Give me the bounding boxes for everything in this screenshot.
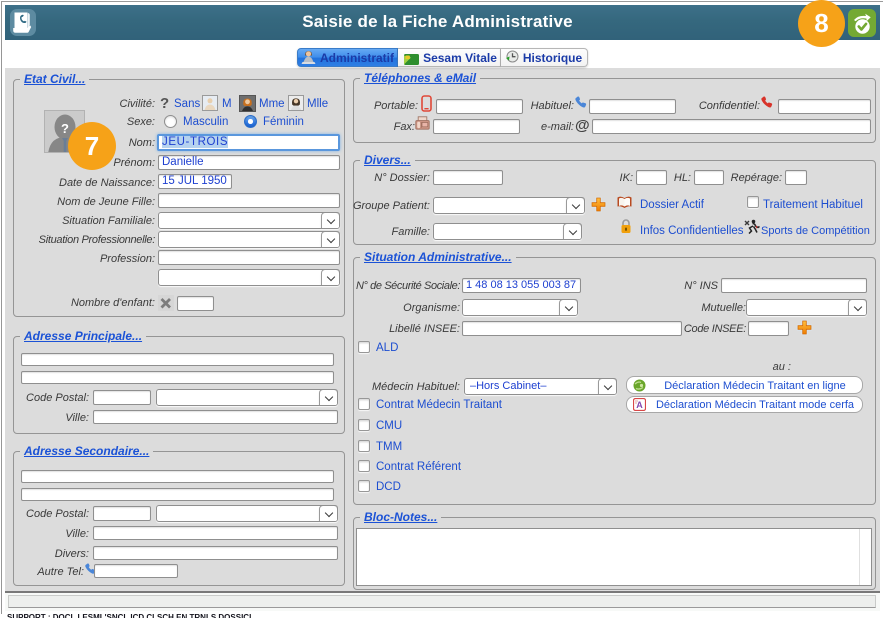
svg-text:?: ? <box>61 121 69 136</box>
